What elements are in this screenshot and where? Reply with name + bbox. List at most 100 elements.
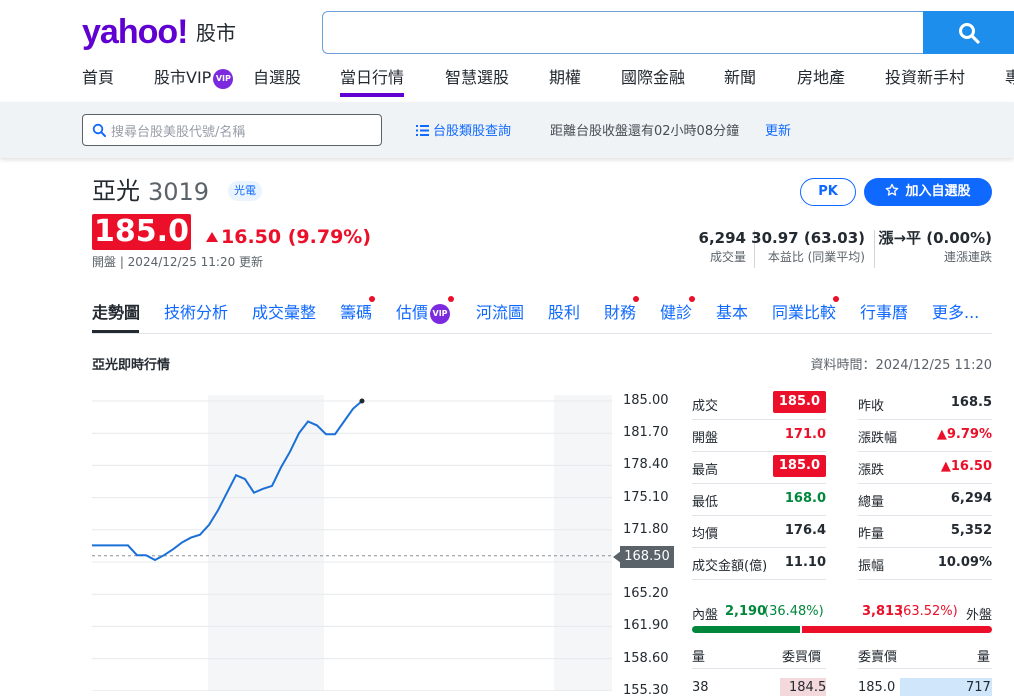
inner-value: 2,190 — [725, 604, 767, 619]
last-price-dot — [359, 398, 365, 404]
y-tick-label: 181.70 — [623, 425, 669, 441]
yahoo-logo[interactable]: yahoo! — [82, 14, 188, 50]
detail-row: 均價 176.4 — [692, 516, 826, 548]
nav-home[interactable]: 首頁 — [82, 67, 114, 89]
nav-active-underline — [340, 93, 404, 97]
y-tick-label: 171.80 — [623, 521, 669, 537]
chart-band — [554, 395, 612, 691]
detail-label: 昨收 — [858, 399, 885, 414]
detail-label: 振幅 — [858, 559, 885, 574]
industry-tag[interactable]: 光電 — [228, 181, 262, 201]
detail-value: 168.0 — [784, 491, 826, 506]
detail-value: 5,352 — [950, 523, 992, 538]
pk-button[interactable]: PK — [800, 178, 856, 206]
detail-value: 176.4 — [784, 523, 826, 538]
tab-technical[interactable]: 技術分析 — [164, 302, 228, 324]
section-title: 亞光即時行情 — [92, 358, 171, 373]
tab-more[interactable]: 更多... — [932, 302, 979, 324]
price-change-value: 16.50 — [221, 226, 282, 248]
detail-value: ▲9.79% — [936, 427, 992, 442]
detail-label: 昨量 — [858, 527, 885, 542]
detail-label: 漲跌 — [858, 463, 885, 478]
y-tick-label: 185.00 — [623, 393, 669, 408]
detail-row: 開盤 171.0 — [692, 420, 826, 452]
market-countdown: 距離台股收盤還有02小時08分鐘 — [550, 124, 740, 139]
nav-international[interactable]: 國際金融 — [621, 67, 685, 89]
nav-realestate[interactable]: 房地產 — [797, 67, 845, 89]
nav-market[interactable]: 當日行情 — [340, 67, 404, 89]
category-query-label: 台股類股查詢 — [433, 124, 512, 139]
detail-value: 11.10 — [784, 555, 826, 570]
stat-streak-label: 連漲連跌 — [943, 250, 992, 264]
detail-value: ▲16.50 — [940, 459, 992, 474]
add-watchlist-button[interactable]: 加入自選股 — [864, 178, 992, 206]
stat-volume-label: 成交量 — [709, 250, 746, 264]
detail-label: 開盤 — [692, 431, 719, 446]
detail-label: 總量 — [858, 495, 885, 510]
tab-dividend[interactable]: 股利 — [548, 302, 580, 324]
detail-value: 6,294 — [950, 491, 992, 506]
tab-river[interactable]: 河流圖 — [476, 302, 524, 324]
tab-valuation[interactable]: 估價 VIP — [396, 302, 451, 324]
nav-options[interactable]: 期權 — [549, 67, 581, 89]
ask-volume: 717 — [966, 680, 991, 695]
stock-search-input[interactable]: 搜尋台股美股代號/名稱 — [82, 114, 382, 146]
tab-active-underline — [92, 330, 139, 333]
y-tick-label: 165.20 — [623, 586, 669, 602]
detail-value: 171.0 — [784, 427, 826, 442]
tab-chart[interactable]: 走勢圖 — [92, 302, 140, 324]
stock-code: 3019 — [148, 178, 210, 206]
tab-calendar[interactable]: 行事曆 — [860, 302, 908, 324]
list-icon — [416, 125, 429, 136]
inner-pct: (36.48%) — [764, 604, 824, 619]
nav-news[interactable]: 新聞 — [724, 67, 756, 89]
previous-close-label: 168.50 — [620, 546, 674, 568]
nav-screener[interactable]: 智慧選股 — [445, 67, 509, 89]
detail-row: 成交 185.0 — [692, 388, 826, 420]
inner-label: 內盤 — [692, 608, 719, 623]
stat-streak-value: 漲→平 (0.00%) — [878, 229, 992, 247]
detail-row: 最高 185.0 — [692, 452, 826, 484]
category-query-link[interactable]: 台股類股查詢 — [416, 120, 511, 139]
nav-beginner[interactable]: 投資新手村 — [885, 67, 965, 89]
triangle-up-icon — [206, 232, 218, 242]
notification-dot — [833, 296, 839, 302]
detail-value: 10.09% — [937, 555, 992, 570]
quote-meta: 開盤 | 2024/12/25 11:20 更新 — [92, 255, 264, 269]
star-icon — [886, 183, 899, 196]
tab-basic[interactable]: 基本 — [716, 302, 748, 324]
outer-value: 3,813 — [862, 604, 904, 619]
tab-health[interactable]: 健診 — [660, 302, 692, 324]
detail-label: 最低 — [692, 495, 719, 510]
y-tick-label: 178.40 — [623, 457, 669, 473]
refresh-link[interactable]: 更新 — [765, 120, 791, 139]
nav-watchlist[interactable]: 自選股 — [253, 67, 301, 89]
vip-badge: VIP — [213, 68, 234, 89]
tab-chips[interactable]: 籌碼 — [340, 302, 372, 324]
notification-dot — [369, 296, 375, 302]
global-search-input[interactable] — [322, 11, 924, 54]
search-button[interactable] — [923, 11, 1014, 54]
bid-volume: 38 — [692, 680, 709, 695]
tab-financial[interactable]: 財務 — [604, 302, 636, 324]
divider — [858, 668, 992, 669]
outer-ratio-fill — [802, 626, 992, 633]
sub-toolbar: 搜尋台股美股代號/名稱 台股類股查詢 距離台股收盤還有02小時08分鐘 更新 — [0, 102, 1014, 158]
intraday-chart[interactable] — [92, 395, 612, 691]
logo-section-label[interactable]: 股市 — [196, 20, 236, 46]
quote-tabs: 走勢圖 技術分析 成交彙整 籌碼 估價 VIP 河流圖 股利 財務 健診 基本 同… — [92, 300, 992, 334]
stat-pe-label: 本益比 (同業平均) — [767, 250, 865, 264]
y-tick-label: 161.90 — [623, 618, 669, 634]
tab-peer[interactable]: 同業比較 — [772, 302, 836, 324]
tab-trades[interactable]: 成交彙整 — [252, 302, 316, 324]
ask-volume-header: 量 — [977, 650, 991, 665]
detail-value: 168.5 — [950, 395, 992, 410]
detail-label: 最高 — [692, 463, 719, 478]
divider — [692, 668, 826, 669]
outer-label: 外盤 — [965, 608, 992, 623]
detail-row: 成交金額(億) 11.10 — [692, 548, 826, 580]
nav-more[interactable]: 專 — [1005, 67, 1014, 89]
nav-vip[interactable]: 股市VIP VIP — [154, 67, 234, 89]
notification-dot — [633, 296, 639, 302]
stat-pe: 30.97 (63.03) 本益比 (同業平均) — [751, 228, 865, 266]
